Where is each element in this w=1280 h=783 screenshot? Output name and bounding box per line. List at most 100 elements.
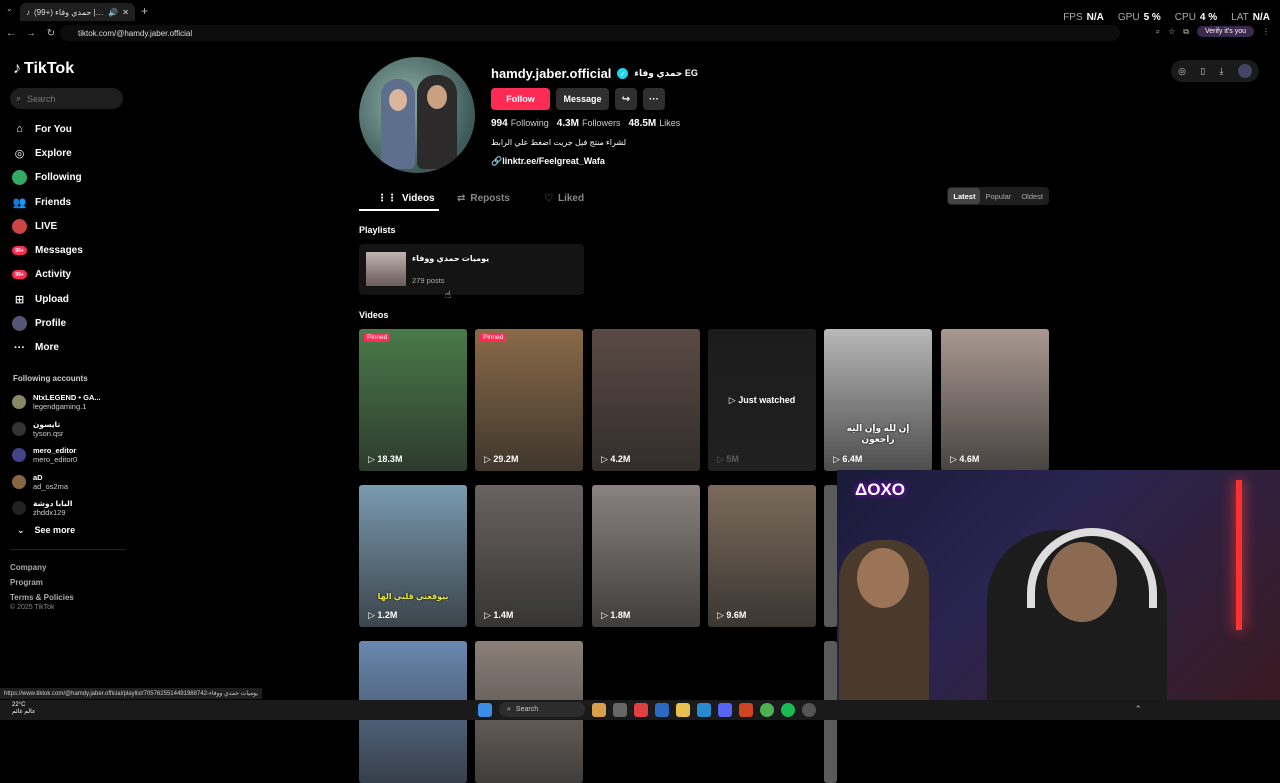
sidebar-item-explore[interactable]: ◎ Explore bbox=[12, 141, 83, 165]
extensions-icon[interactable]: ⧉ bbox=[1183, 27, 1189, 37]
chrome-icon[interactable] bbox=[760, 702, 774, 717]
edge-icon[interactable] bbox=[697, 702, 711, 717]
forward-icon[interactable]: → bbox=[22, 28, 40, 39]
profile-username-row: hamdy.jaber.official ✓ حمدي وفاء EG bbox=[491, 66, 698, 81]
account-item[interactable]: aD ad_os2ma bbox=[12, 469, 101, 496]
app-icon[interactable] bbox=[739, 702, 753, 717]
playlist-card[interactable]: يوميات حمدي ووفاء 279 posts bbox=[359, 244, 584, 295]
tab-videos[interactable]: ⋮⋮ Videos bbox=[377, 187, 435, 209]
url-field[interactable]: tiktok.com/@hamdy.jaber.official bbox=[60, 25, 1120, 41]
tiktok-logo[interactable]: ♪ TikTok bbox=[13, 60, 74, 78]
more-options-icon[interactable]: ··· bbox=[643, 88, 665, 110]
address-bar-actions: ⌕ ☆ ⧉ Verify it's you ⋮ bbox=[1156, 26, 1270, 37]
sidebar-item-activity[interactable]: 99+ Activity bbox=[12, 263, 83, 287]
profile-username: hamdy.jaber.official bbox=[491, 66, 612, 81]
video-thumbnail[interactable]: بيوقعني قلبي الها ▷ 1.2M bbox=[359, 485, 467, 627]
repost-icon: ⇄ bbox=[457, 192, 466, 204]
menu-icon[interactable]: ⋮ bbox=[1262, 27, 1270, 36]
video-thumbnail[interactable]: ▷ 1.8M bbox=[592, 485, 700, 627]
video-thumbnail[interactable]: إن لله وإن اليه راجعون ▷ 6.4M bbox=[824, 329, 932, 471]
video-thumbnail[interactable]: Pinned ▷ 29.2M bbox=[475, 329, 583, 471]
verify-button[interactable]: Verify it's you bbox=[1196, 26, 1254, 37]
video-thumbnail[interactable]: ▷ 1.4M bbox=[475, 485, 583, 627]
system-tray-icon[interactable]: ⌃ bbox=[1134, 704, 1142, 715]
download-icon[interactable]: ⤓ bbox=[1220, 66, 1224, 77]
share-icon[interactable]: ↪ bbox=[615, 88, 637, 110]
windows-start-icon[interactable] bbox=[478, 702, 492, 717]
sidebar-item-messages[interactable]: 99+ Messages bbox=[12, 238, 83, 262]
search-input[interactable] bbox=[27, 93, 108, 104]
account-item[interactable]: البابا دوشة zhddx129 bbox=[12, 495, 101, 522]
sidebar-item-upload[interactable]: ⊞ Upload bbox=[12, 287, 83, 311]
follow-button[interactable]: Follow bbox=[491, 88, 550, 110]
followers-count[interactable]: 4.3M Followers bbox=[557, 118, 621, 129]
view-count: ▷ 9.6M bbox=[717, 610, 747, 620]
sidebar-item-live[interactable]: LIVE bbox=[12, 214, 83, 238]
sidebar-item-more[interactable]: ··· More bbox=[12, 336, 83, 360]
user-avatar-icon[interactable] bbox=[1237, 64, 1252, 78]
link-icon: 🔗 bbox=[491, 156, 503, 166]
sort-latest[interactable]: Latest bbox=[948, 188, 981, 204]
active-tab-underline bbox=[359, 209, 439, 211]
following-count[interactable]: 994 Following bbox=[491, 118, 549, 129]
see-more-button[interactable]: ⌄ See more bbox=[17, 525, 75, 536]
tab-dropdown-icon[interactable]: ⌄ bbox=[6, 4, 13, 13]
url-text: tiktok.com/@hamdy.jaber.official bbox=[78, 28, 193, 38]
profile-tabs: ⋮⋮ Videos ⇄ Reposts ♡ Liked Latest Popular … bbox=[359, 187, 1049, 211]
avatar bbox=[12, 501, 26, 516]
sort-popular[interactable]: Popular bbox=[980, 188, 1016, 204]
video-thumbnail[interactable]: ▷ 4.6M bbox=[941, 329, 1049, 471]
sidebar-item-friends[interactable]: 👥 Friends bbox=[12, 190, 83, 214]
phone-icon[interactable]: ▯ bbox=[1200, 66, 1205, 77]
tab-liked[interactable]: ♡ Liked bbox=[544, 187, 584, 209]
new-tab-button[interactable]: + bbox=[141, 4, 148, 18]
account-item[interactable]: تايسون tyson.qsr bbox=[12, 416, 101, 443]
app-icon[interactable] bbox=[634, 702, 648, 717]
home-icon: ⌂ bbox=[16, 123, 23, 136]
taskbar-search[interactable]: ⌕ Search bbox=[499, 702, 585, 717]
discord-icon[interactable] bbox=[718, 702, 732, 717]
sort-oldest[interactable]: Oldest bbox=[1016, 188, 1048, 204]
likes-count: 48.5M Likes bbox=[628, 118, 681, 129]
widgets-icon[interactable] bbox=[592, 702, 606, 717]
weather-widget[interactable]: 22°C عالم غائم bbox=[12, 702, 36, 716]
avatar bbox=[12, 421, 26, 436]
playlist-count: 279 posts bbox=[412, 276, 445, 285]
account-item[interactable]: NtxLEGEND • GA... legendgaming.1 bbox=[12, 389, 101, 416]
account-item[interactable]: mero_editor mero_editor0 bbox=[12, 442, 101, 469]
message-button[interactable]: Message bbox=[556, 88, 609, 110]
tab-reposts[interactable]: ⇄ Reposts bbox=[457, 187, 510, 209]
chevron-down-icon: ⌄ bbox=[17, 525, 25, 535]
play-icon: ▷ bbox=[484, 610, 494, 620]
file-explorer-icon[interactable] bbox=[676, 702, 690, 717]
video-thumbnail[interactable]: ▷ 9.6M bbox=[708, 485, 816, 627]
video-thumbnail[interactable]: ▷ Just watched ▷ 5M bbox=[708, 329, 816, 471]
speaker-icon[interactable]: 🔊 bbox=[108, 8, 118, 17]
sidebar-item-following[interactable]: Following bbox=[12, 166, 83, 190]
pinned-badge: Pinned bbox=[364, 333, 391, 342]
avatar bbox=[12, 395, 26, 410]
footer-link-company[interactable]: Company bbox=[10, 561, 74, 576]
profile-link[interactable]: 🔗linktr.ee/Feelgreat_Wafa bbox=[491, 156, 605, 167]
search-box[interactable]: ⌕ bbox=[10, 88, 123, 109]
reload-icon[interactable]: ↻ bbox=[42, 28, 60, 39]
footer-link-program[interactable]: Program bbox=[10, 576, 74, 591]
video-thumbnail[interactable]: Pinned ▷ 18.3M bbox=[359, 329, 467, 471]
video-thumbnail[interactable]: ▷ 4.2M bbox=[592, 329, 700, 471]
led-light bbox=[1236, 480, 1242, 630]
zoom-icon[interactable]: ⌕ bbox=[1156, 27, 1160, 37]
profile-avatar[interactable] bbox=[359, 57, 475, 173]
star-icon[interactable]: ☆ bbox=[1168, 27, 1175, 36]
video-thumbnail[interactable] bbox=[824, 485, 837, 627]
sidebar-item-for-you[interactable]: ⌂ For You bbox=[12, 117, 83, 141]
view-count: ▷ 18.3M bbox=[368, 454, 403, 464]
task-view-icon[interactable] bbox=[613, 702, 627, 717]
close-tab-icon[interactable]: ✕ bbox=[122, 8, 129, 17]
back-icon[interactable]: ← bbox=[2, 28, 20, 39]
browser-tab[interactable]: ♪ (99+) حمدي وفاء | TikTok 🔊 ✕ bbox=[20, 3, 135, 21]
spotify-icon[interactable] bbox=[781, 702, 795, 717]
settings-icon[interactable] bbox=[802, 702, 816, 717]
sidebar-item-profile[interactable]: Profile bbox=[12, 311, 83, 335]
outlook-icon[interactable] bbox=[655, 702, 669, 717]
compass-icon[interactable]: ◎ bbox=[1178, 66, 1186, 77]
